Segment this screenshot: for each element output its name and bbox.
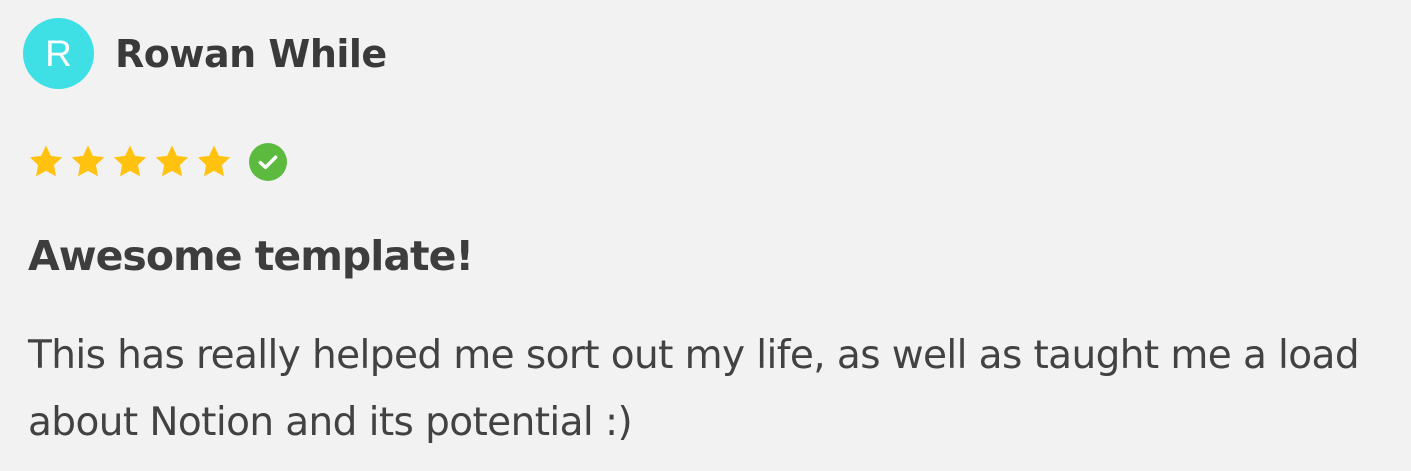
star-icon	[195, 143, 233, 181]
reviewer-header: R Rowan While	[23, 18, 387, 89]
avatar: R	[23, 18, 94, 89]
review-body: This has really helped me sort out my li…	[28, 333, 1360, 445]
star-icon	[153, 143, 191, 181]
avatar-initial: R	[45, 33, 72, 74]
star-icon	[69, 143, 107, 181]
star-icon	[27, 143, 65, 181]
review-title: Awesome template!	[28, 232, 474, 280]
star-rating	[27, 143, 233, 181]
reviewer-name: Rowan While	[115, 31, 387, 76]
review-card: R Rowan While Awesome template! This has…	[0, 0, 1411, 471]
rating-row	[27, 140, 287, 184]
star-icon	[111, 143, 149, 181]
verified-check-icon	[249, 143, 287, 181]
